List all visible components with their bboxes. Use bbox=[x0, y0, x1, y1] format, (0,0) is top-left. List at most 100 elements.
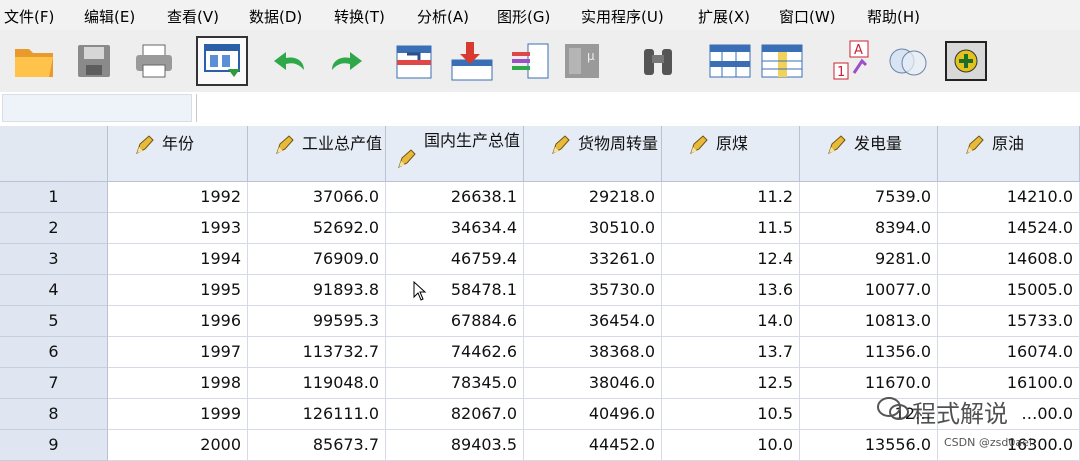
row-number[interactable]: 6 bbox=[0, 337, 108, 368]
menu-analyze[interactable]: 分析(A) bbox=[417, 6, 469, 27]
data-cell[interactable]: 11.2 bbox=[662, 182, 800, 213]
row-number[interactable]: 3 bbox=[0, 244, 108, 275]
data-cell[interactable]: 1993 bbox=[108, 213, 248, 244]
column-header[interactable]: 年份 bbox=[108, 126, 248, 182]
menu-view[interactable]: 查看(V) bbox=[167, 6, 219, 27]
data-cell[interactable]: 85673.7 bbox=[248, 430, 386, 461]
menu-utilities[interactable]: 实用程序(U) bbox=[581, 6, 664, 27]
data-cell[interactable]: 13.7 bbox=[662, 337, 800, 368]
data-cell[interactable]: 1996 bbox=[108, 306, 248, 337]
data-cell[interactable]: 40496.0 bbox=[524, 399, 662, 430]
data-cell[interactable]: 44452.0 bbox=[524, 430, 662, 461]
menu-extensions[interactable]: 扩展(X) bbox=[698, 6, 750, 27]
cell-reference-box[interactable] bbox=[2, 94, 192, 122]
print-icon[interactable] bbox=[130, 36, 178, 86]
column-header[interactable]: 国内生产总值 bbox=[386, 126, 524, 182]
data-cell[interactable]: 1999 bbox=[108, 399, 248, 430]
data-cell[interactable]: 14524.0 bbox=[938, 213, 1080, 244]
data-cell[interactable]: 1992 bbox=[108, 182, 248, 213]
data-cell[interactable]: 82067.0 bbox=[386, 399, 524, 430]
data-cell[interactable]: 8394.0 bbox=[800, 213, 938, 244]
data-cell[interactable]: 67884.6 bbox=[386, 306, 524, 337]
data-cell[interactable]: 126111.0 bbox=[248, 399, 386, 430]
goto-variable-icon[interactable] bbox=[448, 36, 496, 86]
column-header[interactable]: 发电量 bbox=[800, 126, 938, 182]
data-cell[interactable]: 13556.0 bbox=[800, 430, 938, 461]
data-cell[interactable]: 12.5 bbox=[662, 368, 800, 399]
data-cell[interactable]: 7539.0 bbox=[800, 182, 938, 213]
data-cell[interactable]: 29218.0 bbox=[524, 182, 662, 213]
run-descriptives-icon[interactable]: μ bbox=[558, 36, 606, 86]
insert-cases-icon[interactable] bbox=[706, 36, 754, 86]
goto-case-icon[interactable] bbox=[390, 36, 438, 86]
variables-icon[interactable] bbox=[506, 36, 554, 86]
data-cell[interactable]: 11356.0 bbox=[800, 337, 938, 368]
grid-corner[interactable] bbox=[0, 126, 108, 182]
select-cases-icon[interactable] bbox=[884, 36, 932, 86]
save-icon[interactable] bbox=[70, 36, 118, 86]
data-cell[interactable]: 1997 bbox=[108, 337, 248, 368]
undo-icon[interactable] bbox=[266, 36, 314, 86]
row-number[interactable]: 7 bbox=[0, 368, 108, 399]
data-cell[interactable]: 9281.0 bbox=[800, 244, 938, 275]
menu-edit[interactable]: 编辑(E) bbox=[84, 6, 135, 27]
data-cell[interactable]: 15005.0 bbox=[938, 275, 1080, 306]
menu-transform[interactable]: 转换(T) bbox=[334, 6, 385, 27]
data-cell[interactable]: 30510.0 bbox=[524, 213, 662, 244]
column-header[interactable]: 原煤 bbox=[662, 126, 800, 182]
data-cell[interactable]: 52692.0 bbox=[248, 213, 386, 244]
menu-window[interactable]: 窗口(W) bbox=[779, 6, 836, 27]
data-cell[interactable]: 12.4 bbox=[662, 244, 800, 275]
data-cell[interactable]: 2000 bbox=[108, 430, 248, 461]
data-cell[interactable]: 10.5 bbox=[662, 399, 800, 430]
data-cell[interactable]: 11.5 bbox=[662, 213, 800, 244]
data-cell[interactable]: 36454.0 bbox=[524, 306, 662, 337]
data-cell[interactable]: 119048.0 bbox=[248, 368, 386, 399]
data-cell[interactable]: 26638.1 bbox=[386, 182, 524, 213]
data-cell[interactable]: 35730.0 bbox=[524, 275, 662, 306]
data-cell[interactable]: 16074.0 bbox=[938, 337, 1080, 368]
insert-variable-icon[interactable] bbox=[758, 36, 806, 86]
value-labels-icon[interactable] bbox=[942, 36, 990, 86]
data-cell[interactable]: 33261.0 bbox=[524, 244, 662, 275]
row-number[interactable]: 1 bbox=[0, 182, 108, 213]
menu-data[interactable]: 数据(D) bbox=[249, 6, 302, 27]
data-cell[interactable]: 14.0 bbox=[662, 306, 800, 337]
open-folder-icon[interactable] bbox=[10, 36, 58, 86]
data-cell[interactable]: 10.0 bbox=[662, 430, 800, 461]
data-cell[interactable]: 1995 bbox=[108, 275, 248, 306]
data-cell[interactable]: 37066.0 bbox=[248, 182, 386, 213]
data-cell[interactable]: 58478.1 bbox=[386, 275, 524, 306]
data-cell[interactable]: 99595.3 bbox=[248, 306, 386, 337]
redo-icon[interactable] bbox=[322, 36, 370, 86]
data-cell[interactable]: 78345.0 bbox=[386, 368, 524, 399]
data-cell[interactable]: 14608.0 bbox=[938, 244, 1080, 275]
row-number[interactable]: 9 bbox=[0, 430, 108, 461]
cell-value-editor[interactable] bbox=[196, 94, 1078, 122]
data-cell[interactable]: 1998 bbox=[108, 368, 248, 399]
data-cell[interactable]: 1994 bbox=[108, 244, 248, 275]
dialog-recall-icon[interactable] bbox=[196, 36, 248, 86]
column-header[interactable]: 工业总产值 bbox=[248, 126, 386, 182]
data-cell[interactable]: 14210.0 bbox=[938, 182, 1080, 213]
column-header[interactable]: 原油 bbox=[938, 126, 1080, 182]
menu-help[interactable]: 帮助(H) bbox=[867, 6, 920, 27]
data-cell[interactable]: 89403.5 bbox=[386, 430, 524, 461]
split-file-icon[interactable]: A1 bbox=[830, 36, 878, 86]
data-cell[interactable]: 15733.0 bbox=[938, 306, 1080, 337]
menu-graphs[interactable]: 图形(G) bbox=[497, 6, 550, 27]
column-header[interactable]: 货物周转量 bbox=[524, 126, 662, 182]
data-cell[interactable]: 46759.4 bbox=[386, 244, 524, 275]
data-cell[interactable]: 91893.8 bbox=[248, 275, 386, 306]
data-cell[interactable]: 113732.7 bbox=[248, 337, 386, 368]
data-cell[interactable]: 38046.0 bbox=[524, 368, 662, 399]
data-cell[interactable]: 13.6 bbox=[662, 275, 800, 306]
find-icon[interactable] bbox=[634, 36, 682, 86]
data-cell[interactable]: 10077.0 bbox=[800, 275, 938, 306]
row-number[interactable]: 2 bbox=[0, 213, 108, 244]
menu-file[interactable]: 文件(F) bbox=[4, 6, 54, 27]
row-number[interactable]: 4 bbox=[0, 275, 108, 306]
data-cell[interactable]: 34634.4 bbox=[386, 213, 524, 244]
data-cell[interactable]: 10813.0 bbox=[800, 306, 938, 337]
data-cell[interactable]: 76909.0 bbox=[248, 244, 386, 275]
